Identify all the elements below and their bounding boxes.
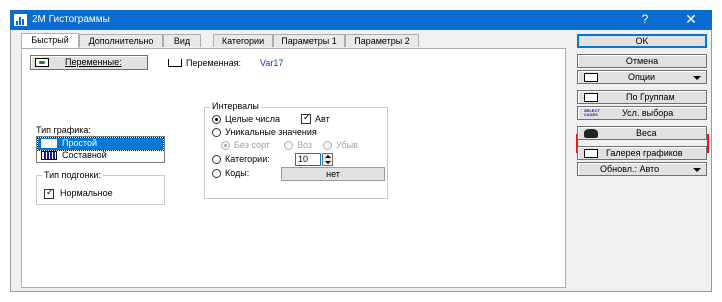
categories-radio[interactable] [212,155,221,164]
chevron-down-icon [693,168,701,172]
unique-values-radio[interactable] [212,128,221,137]
compound-histogram-icon [41,151,57,160]
tab-quick[interactable]: Быстрый [21,33,79,48]
select-cases-icon: SELECT CASES [584,108,600,117]
cancel-label: Отмена [625,56,659,66]
auto-label: Авт [315,114,330,124]
title-bar: 2M Гистограммы ? ✕ [10,10,712,30]
weights-button[interactable]: Веса [577,126,707,140]
quick-tab-panel: Переменные: Переменная: Var17 Тип график… [21,48,566,288]
graph-type-list: Простой Составной [36,136,165,163]
simple-histogram-icon [41,139,57,148]
unique-values-label: Уникальные значения [225,127,317,137]
by-groups-label: По Группам [626,92,675,102]
options-label: Опции [628,72,656,82]
categories-input[interactable]: 10 [295,153,321,166]
sort-none-radio[interactable] [221,141,230,150]
select-cases-button[interactable]: SELECT CASES Усл. выбора [577,106,707,120]
variables-button[interactable]: Переменные: [30,55,148,70]
weight-icon [584,129,598,138]
gallery-label: Галерея графиков [606,148,683,158]
update-dropdown[interactable]: Обновл.: Авто [577,162,707,176]
gallery-icon [584,149,598,158]
graph-type-simple-label: Простой [62,138,98,148]
select-cases-label: Усл. выбора [622,108,674,118]
integer-radio[interactable] [212,115,221,124]
options-icon [584,73,598,82]
cancel-button[interactable]: Отмена [577,54,707,68]
graph-type-label: Тип графика: [36,125,91,135]
graph-type-compound-label: Составной [62,150,107,160]
auto-checkbox[interactable] [301,112,311,124]
window-title: 2M Гистограммы [32,14,110,25]
close-button[interactable]: ✕ [682,11,700,28]
codes-label: Коды: [225,168,250,178]
sort-asc-label: Воз [297,140,313,150]
graph-type-simple[interactable]: Простой [37,137,164,151]
tab-params-2[interactable]: Параметры 2 [345,34,419,47]
update-label: Обновл.: Авто [600,164,660,174]
fit-type-label: Тип подгонки: [42,170,103,180]
variable-bracket-icon [168,59,182,67]
tab-params-1[interactable]: Параметры 1 [273,34,345,47]
help-button[interactable]: ? [638,12,652,26]
ok-button[interactable]: OK [577,34,707,48]
intervals-label: Интервалы [210,101,261,111]
variables-icon [35,58,49,67]
fit-normal-label: Нормальное [60,188,113,198]
sort-none-label: Без сорт [234,140,270,150]
variable-label: Переменная: [186,58,241,68]
integer-label: Целые числа [225,114,281,124]
sort-desc-radio[interactable] [323,141,332,150]
by-groups-button[interactable]: По Группам [577,90,707,104]
sort-asc-radio[interactable] [284,141,293,150]
variables-button-label: Переменные: [65,57,122,67]
gallery-button[interactable]: Галерея графиков [577,146,707,160]
weights-label: Веса [636,128,657,138]
tab-categories[interactable]: Категории [213,34,273,47]
categories-spinner[interactable] [322,153,333,166]
graph-type-compound[interactable]: Составной [38,150,163,162]
groups-icon [584,93,598,102]
tab-advanced[interactable]: Дополнительно [79,34,163,47]
categories-label: Категории: [225,154,270,164]
ok-label: OK [635,36,649,46]
fit-normal-checkbox[interactable] [44,187,54,199]
sort-desc-label: Убыв [336,140,358,150]
chevron-down-icon [693,76,701,80]
codes-radio[interactable] [212,169,221,178]
variable-value: Var17 [260,58,284,68]
tab-view[interactable]: Вид [163,34,201,47]
codes-button[interactable]: нет [281,167,385,181]
options-button[interactable]: Опции [577,70,707,84]
histogram-app-icon [14,14,27,26]
dialog-body: Быстрый Дополнительно Вид Категории Пара… [10,30,712,292]
